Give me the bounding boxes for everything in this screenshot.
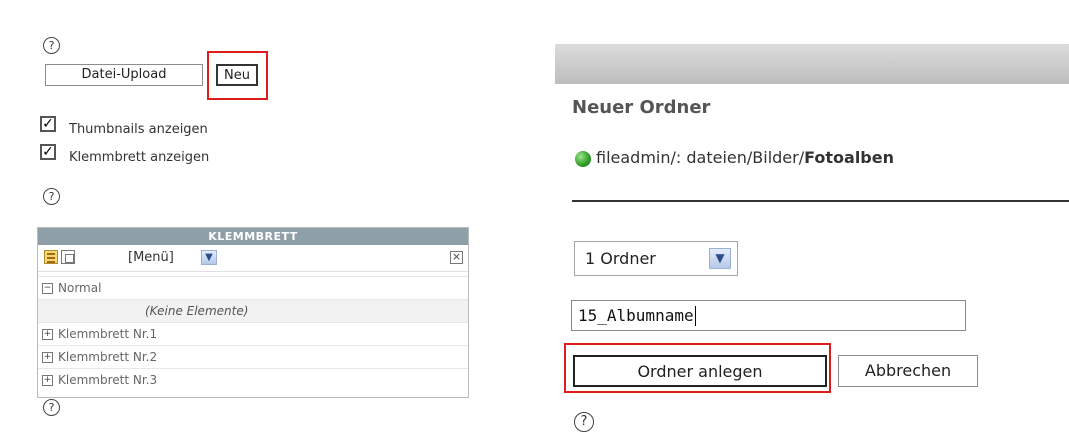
globe-icon [575,151,591,167]
close-icon[interactable]: × [450,251,463,264]
folder-path: fileadmin/: dateien/Bilder/Fotoalben [596,148,894,167]
thumbnails-checkbox[interactable]: ✓ [40,116,56,132]
folder-path-prefix: fileadmin/: dateien/Bilder/ [596,148,805,167]
help-icon[interactable]: ? [43,188,60,205]
clipboard-empty-label: (Keine Elemente) [145,304,249,318]
clipboard-header: KLEMMBRETT [38,228,468,245]
new-button[interactable]: Neu [216,64,258,86]
clipboard-row-3[interactable]: + Klemmbrett Nr.3 [38,368,468,391]
clipboard-empty-row: (Keine Elemente) [38,299,468,322]
clipboard-row-normal[interactable]: − Normal [38,276,468,299]
clipboard-checkbox-label: Klemmbrett anzeigen [69,150,210,165]
clipboard-menu-label: [Menü] [128,250,174,265]
create-folder-button[interactable]: Ordner anlegen [573,355,827,387]
help-icon[interactable]: ? [43,37,60,54]
clipboard-row-label: Klemmbrett Nr.2 [58,350,158,364]
file-upload-button[interactable]: Datei-Upload [45,64,203,86]
clipboard-checkbox[interactable]: ✓ [40,144,56,160]
expand-icon[interactable]: + [42,352,53,363]
clipboard-menu-select[interactable]: [Menü] ▼ [128,249,217,267]
text-cursor [694,306,696,326]
clipboard-toolbar: [Menü] ▼ × [38,245,468,272]
list-view-icon[interactable] [44,250,58,264]
divider [572,200,1069,202]
thumbnails-checkbox-label: Thumbnails anzeigen [69,122,208,137]
help-icon[interactable]: ? [574,412,594,432]
folder-count-select[interactable]: 1 Ordner ▼ [574,241,738,276]
help-icon[interactable]: ? [43,399,60,416]
cancel-button[interactable]: Abbrechen [838,355,978,387]
clipboard-row-label: Normal [58,281,102,295]
folder-count-value: 1 Ordner [585,249,656,268]
folder-name-value: 15_Albumname [578,306,694,325]
chevron-down-icon[interactable]: ▼ [201,250,217,265]
expand-icon[interactable]: + [42,375,53,386]
folder-name-input[interactable]: 15_Albumname [571,300,966,331]
page-title: Neuer Ordner [572,97,711,118]
clipboard-row-2[interactable]: + Klemmbrett Nr.2 [38,345,468,368]
docheader-bar [555,44,1069,84]
clipboard-row-1[interactable]: + Klemmbrett Nr.1 [38,322,468,345]
expand-icon[interactable]: + [42,329,53,340]
copy-icon[interactable] [61,250,75,264]
clipboard-panel: KLEMMBRETT [Menü] ▼ × − Normal (Keine El… [37,227,469,398]
collapse-icon[interactable]: − [42,283,53,294]
clipboard-row-label: Klemmbrett Nr.3 [58,373,158,387]
clipboard-row-label: Klemmbrett Nr.1 [58,327,158,341]
folder-path-current: Fotoalben [804,148,894,167]
chevron-down-icon[interactable]: ▼ [709,248,731,269]
